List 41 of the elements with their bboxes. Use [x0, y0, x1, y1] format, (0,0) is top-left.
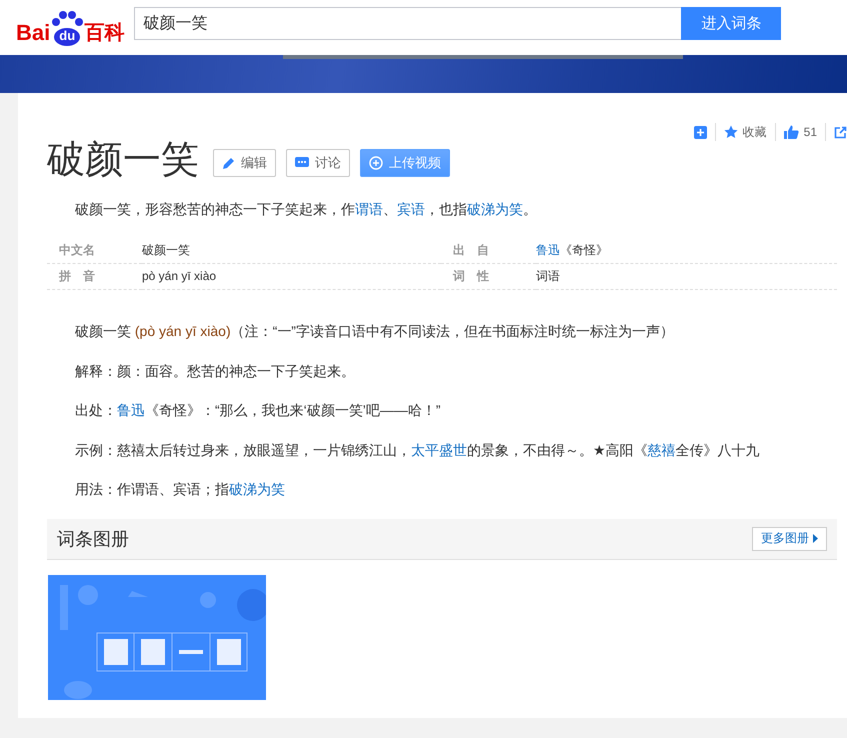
info-label: 出 自	[441, 238, 536, 264]
thumbs-up-icon[interactable]	[784, 125, 799, 139]
paragraph: 破颜一笑 (pò yán yī xiào)（注：“一”字读音口语中有不同读法，但在书面标注时统一标注为一声）	[75, 322, 675, 341]
paragraph: 出处：鲁迅《奇怪》：“那么，我也来‘破颜一笑’吧——哈！”	[75, 401, 442, 420]
chat-icon	[295, 157, 309, 169]
link[interactable]: 鲁迅	[117, 402, 145, 418]
favorite-label[interactable]: 收藏	[742, 124, 767, 140]
upload-video-button[interactable]: 上传视频	[360, 149, 450, 177]
more-albums-button[interactable]: 更多图册	[752, 526, 827, 550]
search-button[interactable]: 进入词条	[681, 7, 782, 40]
link[interactable]: 慈禧	[648, 442, 676, 458]
share-icon[interactable]	[834, 125, 847, 139]
pencil-icon	[222, 156, 235, 170]
info-value: 破颜一笑	[142, 238, 441, 264]
paragraph: 解释：颜：面容。愁苦的神态一下子笑起来。	[75, 362, 356, 380]
star-icon[interactable]	[724, 125, 738, 139]
link[interactable]: 谓语	[355, 201, 383, 217]
link[interactable]: 破涕为笑	[467, 201, 523, 217]
info-label: 词 性	[441, 264, 536, 290]
link[interactable]: 破涕为笑	[229, 481, 285, 497]
info-label: 拼 音	[47, 264, 142, 290]
caret-icon	[813, 534, 818, 543]
info-value: 鲁迅《奇怪》	[536, 238, 837, 264]
info-value: pò yán yī xiào	[142, 264, 441, 290]
link[interactable]: 太平盛世	[411, 442, 467, 458]
link[interactable]: 鲁迅	[536, 243, 560, 257]
like-count: 51	[804, 125, 817, 139]
link[interactable]: 宾语	[397, 201, 425, 217]
plus-circle-icon	[369, 156, 383, 170]
info-label: 中文名	[47, 238, 142, 264]
discuss-button[interactable]: 讨论	[286, 149, 350, 177]
add-icon[interactable]	[694, 126, 707, 138]
paragraph: 用法：作谓语、宾语；指破涕为笑	[75, 480, 286, 499]
edit-button[interactable]: 编辑	[213, 149, 276, 177]
entry-title: 破颜一笑	[47, 138, 199, 183]
paragraph: 示例：慈禧太后转过身来，放眼遥望，一片锦绣江山，太平盛世的景象，不由得～。★高阳《慈禧全传》八十九	[75, 440, 761, 460]
baike-logo[interactable]: Bai du 百科	[16, 10, 124, 46]
summary: 破颜一笑，形容愁苦的神态一下子笑起来，作谓语、宾语，也指破涕为笑。	[75, 200, 538, 219]
info-value: 词语	[536, 264, 837, 290]
album-title: 词条图册	[57, 528, 129, 550]
search-field[interactable]: 破颜一笑	[134, 7, 682, 40]
